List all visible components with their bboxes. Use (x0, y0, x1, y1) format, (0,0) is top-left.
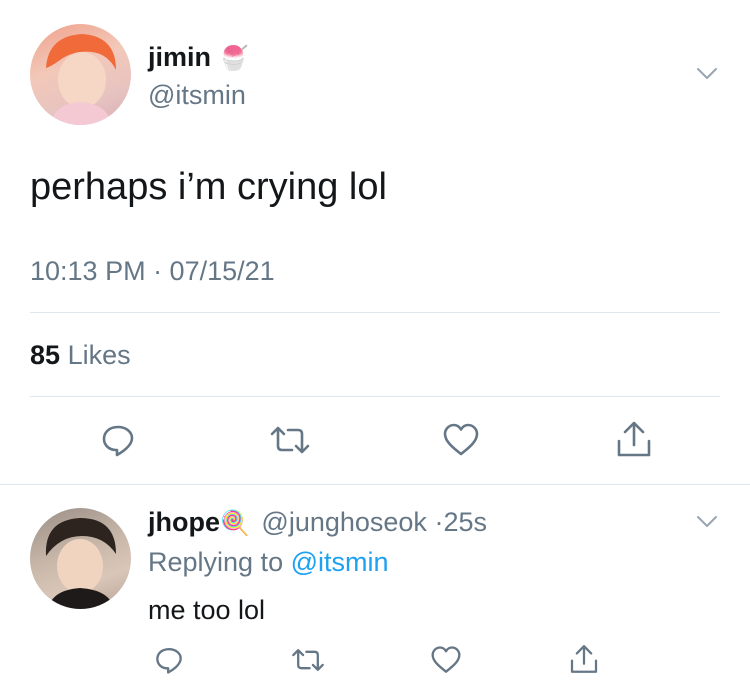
reply-age[interactable]: 25s (443, 507, 487, 537)
divider (0, 484, 750, 485)
reply-author-emoji: 🍭 (220, 510, 250, 537)
author-avatar[interactable] (30, 24, 131, 125)
heart-icon[interactable] (442, 422, 480, 458)
reply-author-name[interactable]: jhope (148, 507, 220, 537)
replying-to-label: Replying to (148, 547, 284, 577)
replying-to-handle[interactable]: @itsmin (291, 547, 389, 577)
author-handle[interactable]: @itsmin (148, 78, 246, 112)
author-emoji: 🍧 (218, 45, 249, 72)
reply-icon[interactable] (100, 422, 136, 458)
reply-header: jhope🍭 @junghoseok ·25s (148, 505, 487, 541)
chevron-down-icon[interactable] (694, 62, 720, 86)
share-icon[interactable] (614, 419, 654, 459)
reply-author-handle[interactable]: @junghoseok (261, 507, 427, 537)
tweet-timestamp[interactable]: 10:13 PM · 07/15/21 (30, 254, 275, 288)
reply-reply-icon[interactable] (154, 645, 184, 675)
author-name-text[interactable]: jimin (148, 42, 211, 72)
reply-body: me too lol (148, 595, 266, 625)
divider (30, 312, 720, 313)
reply-author-avatar[interactable] (30, 508, 131, 609)
replying-to: Replying to @itsmin (148, 545, 389, 579)
divider (30, 396, 720, 397)
likes-stat[interactable]: 85 Likes (30, 338, 131, 372)
tweet-body: perhaps i’m crying lol (30, 166, 387, 208)
likes-count: 85 (30, 340, 61, 370)
reply-heart-icon[interactable] (430, 645, 462, 675)
reply-share-icon[interactable] (568, 642, 600, 676)
retweet-icon[interactable] (268, 422, 312, 458)
reply-retweet-icon[interactable] (290, 645, 326, 675)
reply-chevron-down-icon[interactable] (694, 510, 720, 534)
author-name[interactable]: jimin 🍧 (148, 40, 248, 76)
likes-label: Likes (67, 340, 131, 370)
